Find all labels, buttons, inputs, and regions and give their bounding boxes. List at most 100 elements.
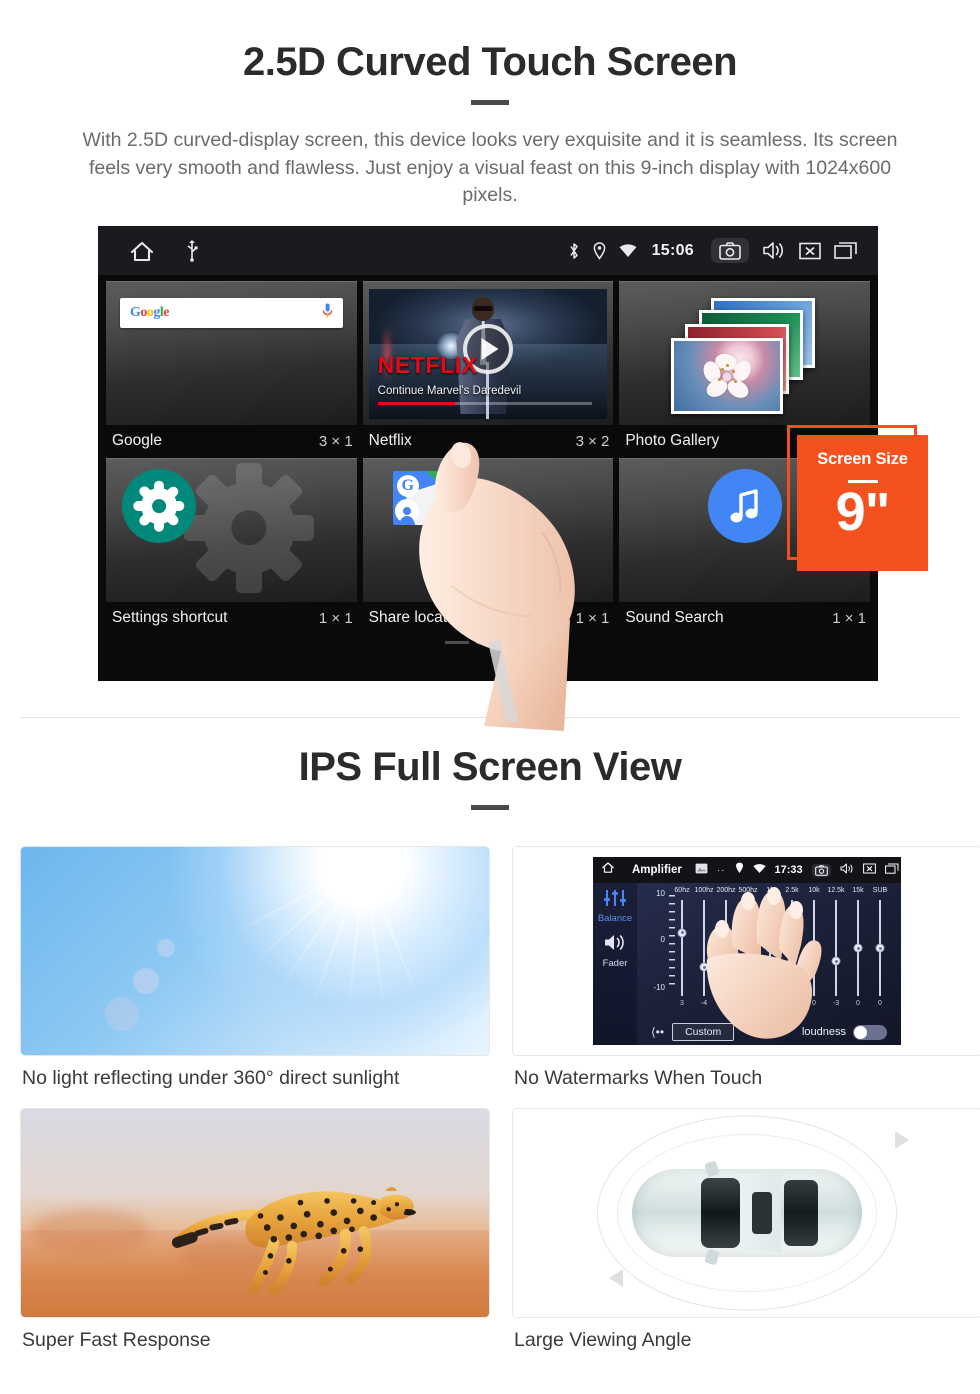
settings-gear-icon[interactable] [122, 469, 196, 544]
cheetah-image [20, 1108, 490, 1318]
car-image [512, 1108, 980, 1318]
speaker-icon[interactable] [603, 933, 627, 957]
photo-gallery-widget-preview[interactable] [619, 281, 871, 426]
prev-preset-icon[interactable]: ⟨•• [651, 1025, 664, 1039]
widget-row-1: Google Google 3 × 1 NETFLIX Continue Mar… [106, 281, 871, 458]
status-time: 15:06 [651, 241, 694, 259]
feature-caption: Large Viewing Angle [514, 1329, 692, 1351]
page-dot-1[interactable] [445, 641, 469, 645]
page-indicator-dots[interactable] [106, 635, 870, 645]
settings-widget-preview[interactable] [106, 458, 357, 603]
gallery-icon[interactable] [695, 861, 708, 879]
more-icon[interactable]: ·· [717, 865, 726, 876]
netflix-artwork: NETFLIX Continue Marvel's Daredevil [368, 289, 608, 420]
google-search-widget-preview[interactable]: Google [106, 281, 357, 426]
loudness-toggle[interactable] [853, 1024, 887, 1040]
widget-label-row: Settings shortcut 1 × 1 [106, 602, 357, 635]
wifi-icon [619, 243, 637, 258]
car-illustration [632, 1160, 862, 1266]
widget-label-row: Google 3 × 1 [106, 425, 357, 458]
widget-name: Sound Search [625, 609, 724, 627]
rotation-arrow-left [609, 1269, 623, 1287]
usb-icon[interactable] [185, 239, 199, 262]
netflix-widget-preview[interactable]: NETFLIX Continue Marvel's Daredevil [362, 281, 614, 426]
widget-row-2: Settings shortcut 1 × 1 G Share location… [106, 458, 871, 635]
band-track[interactable] [677, 900, 687, 996]
location-icon [735, 861, 744, 879]
widget-name: Photo Gallery [625, 432, 720, 450]
amplifier-status-bar: Amplifier ·· 17:33 [593, 857, 901, 883]
widget-size: 3 × 2 [575, 432, 610, 450]
screen-size-badge: Screen Size 9" [797, 435, 928, 572]
netflix-logo: NETFLIX [377, 352, 478, 379]
feature-cell-response: Super Fast Response [20, 1108, 490, 1352]
gear-icon-watermark [184, 463, 314, 593]
sunroof [751, 1191, 773, 1235]
scale-label-mid: 0 [660, 935, 665, 944]
band-track[interactable] [831, 900, 841, 996]
music-note-icon[interactable] [708, 469, 783, 544]
screenshot-icon[interactable] [811, 863, 831, 877]
feature-caption: Super Fast Response [22, 1329, 211, 1351]
widget-name: Google [112, 432, 162, 450]
bluetooth-icon [568, 242, 580, 260]
scale-label-min: -10 [653, 983, 665, 992]
product-feature-page: 2.5D Curved Touch Screen With 2.5D curve… [0, 0, 980, 1394]
band-track[interactable] [853, 900, 863, 996]
band-track[interactable] [875, 900, 885, 996]
google-maps-icon[interactable]: G [392, 471, 455, 526]
close-icon[interactable] [862, 861, 876, 879]
rear-window [783, 1179, 819, 1247]
eq-band[interactable]: SUB 0 [869, 887, 891, 1007]
open-hand-illustration [706, 887, 822, 1039]
page-dot-2[interactable] [476, 641, 500, 645]
rotation-arrow-right [895, 1131, 909, 1149]
widget-name: Share location [368, 609, 468, 627]
screenshot-icon[interactable] [711, 238, 749, 264]
sidebar-item-fader[interactable]: Fader [603, 958, 628, 969]
eq-band[interactable]: 15k 0 [847, 887, 869, 1007]
band-value: 0 [856, 1000, 860, 1007]
section-title-ips: IPS Full Screen View [298, 745, 682, 789]
share-location-widget-preview[interactable]: G [362, 458, 614, 603]
feature-caption: No Watermarks When Touch [514, 1067, 763, 1089]
ips-section: IPS Full Screen View No light reflecting… [0, 745, 980, 1352]
close-icon[interactable] [799, 242, 821, 260]
page-dot-3-active[interactable] [507, 641, 531, 645]
google-g-badge: G [396, 475, 419, 498]
photo-card-flower [671, 338, 784, 415]
recent-apps-icon[interactable] [834, 241, 858, 260]
home-icon[interactable] [129, 239, 155, 263]
feature-caption: No light reflecting under 360° direct su… [22, 1067, 400, 1089]
recent-apps-icon[interactable] [884, 861, 899, 879]
amplifier-time: 17:33 [774, 864, 803, 876]
feature-cell-sunlight: No light reflecting under 360° direct su… [20, 846, 490, 1090]
widget-cell-share-location[interactable]: G Share location 1 × 1 [362, 458, 614, 635]
widget-cell-netflix[interactable]: NETFLIX Continue Marvel's Daredevil Netf… [362, 281, 614, 458]
scale-label-max: 10 [656, 889, 665, 898]
home-icon[interactable] [601, 861, 615, 879]
microphone-icon[interactable] [322, 303, 333, 324]
volume-icon[interactable] [840, 861, 854, 879]
sliders-icon[interactable] [603, 889, 627, 912]
amplifier-image: Amplifier ·· 17:33 Balance Fader 10 0 -1… [512, 846, 980, 1056]
amplifier-title: Amplifier [632, 864, 682, 876]
widget-label-row: Netflix 3 × 2 [363, 425, 614, 458]
android-head-unit-screen: 15:06 Google Google 3 × 1 NETFLIX Contin… [98, 226, 878, 682]
eq-band[interactable]: 12.5k -3 [825, 887, 847, 1007]
volume-icon[interactable] [762, 241, 786, 260]
widget-size: 1 × 1 [318, 609, 353, 627]
sidebar-item-balance[interactable]: Balance [598, 913, 632, 924]
band-value: -3 [832, 1000, 840, 1007]
title-underline [471, 100, 509, 105]
wifi-icon [752, 861, 766, 879]
screen-size-label: Screen Size [817, 450, 908, 469]
sunlight-image [20, 846, 490, 1056]
widget-cell-google[interactable]: Google Google 3 × 1 [106, 281, 357, 458]
page-title: 2.5D Curved Touch Screen [242, 40, 738, 84]
google-search-bar[interactable]: Google [120, 298, 343, 329]
widget-cell-settings-shortcut[interactable]: Settings shortcut 1 × 1 [106, 458, 357, 635]
page-description: With 2.5D curved-display screen, this de… [82, 129, 898, 207]
band-label: 12.5k [827, 887, 845, 894]
widget-label-row: Sound Search 1 × 1 [619, 602, 870, 635]
